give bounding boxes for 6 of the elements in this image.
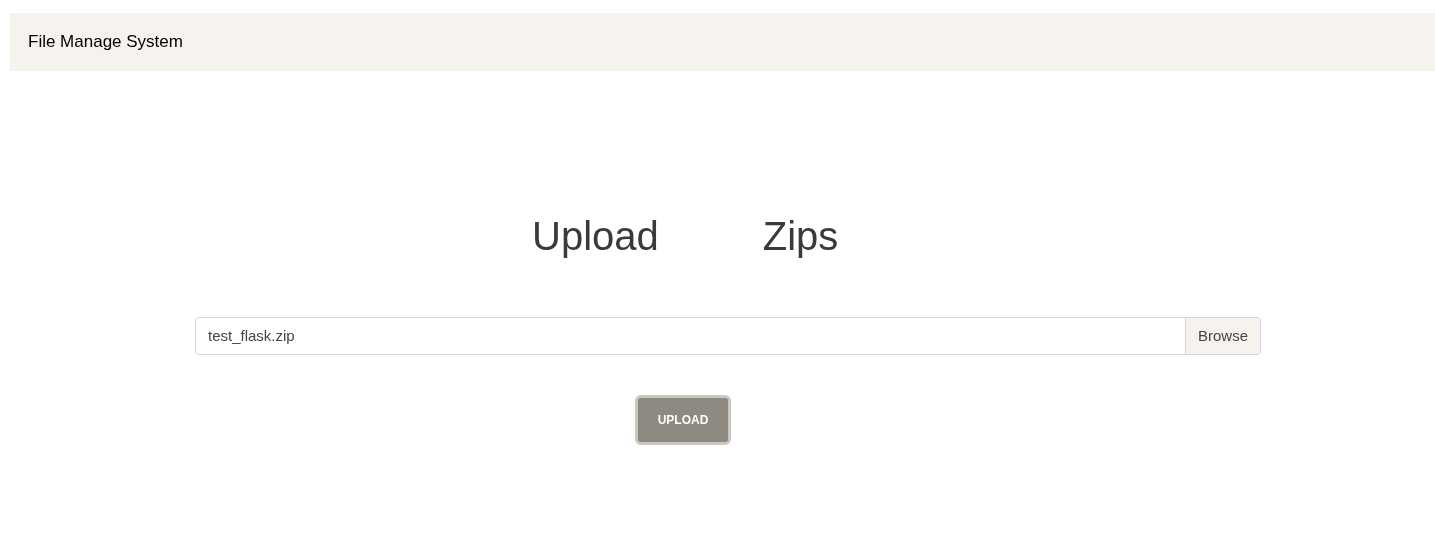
- page-heading: Zips: [762, 216, 839, 256]
- file-name: test_flask.zip: [207, 325, 296, 346]
- browse-button[interactable]: Browse: [1184, 318, 1260, 354]
- page-heading: Upload: [532, 216, 659, 256]
- file-input[interactable]: test_flask.zip Browse: [195, 317, 1261, 355]
- brand-title[interactable]: File Manage System: [28, 29, 183, 55]
